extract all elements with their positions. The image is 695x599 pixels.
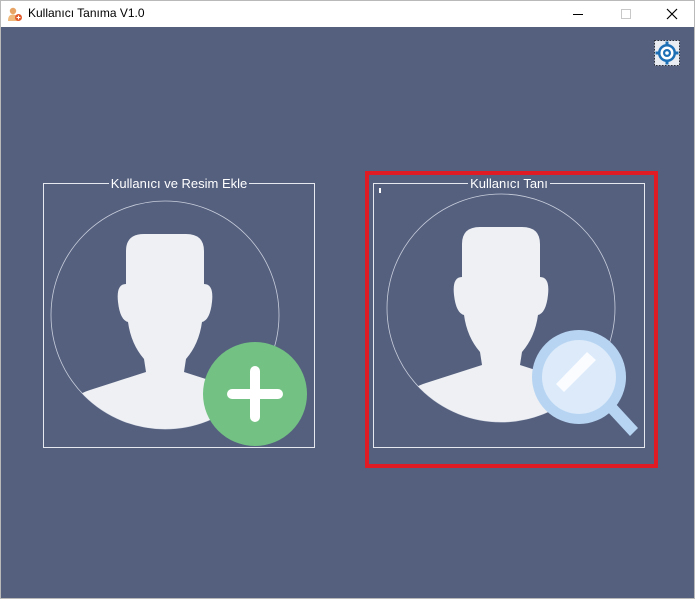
magnifier-icon	[532, 330, 638, 436]
close-button[interactable]	[649, 1, 695, 27]
minimize-icon	[573, 14, 583, 15]
search-user-icon	[386, 193, 638, 436]
gear-icon[interactable]	[654, 40, 680, 66]
maximize-icon	[621, 9, 631, 19]
plus-icon	[203, 342, 307, 446]
window-title: Kullanıcı Tanıma V1.0	[28, 6, 145, 20]
main-window: Kullanıcı Tanıma V1.0 Kullanıcı ve Resim…	[0, 0, 695, 599]
minimize-button[interactable]	[555, 1, 601, 27]
client-area: Kullanıcı ve Resim Ekle Kullanıcı Tanı	[1, 27, 694, 598]
app-icon	[8, 7, 22, 21]
close-icon	[666, 8, 678, 20]
title-bar[interactable]: Kullanıcı Tanıma V1.0	[1, 1, 694, 27]
add-user-card[interactable]: Kullanıcı ve Resim Ekle	[43, 176, 315, 448]
maximize-button[interactable]	[603, 1, 649, 27]
recognize-user-card[interactable]: Kullanıcı Tanı	[373, 176, 645, 448]
add-user-icon	[50, 200, 307, 446]
focus-marker	[379, 188, 381, 193]
